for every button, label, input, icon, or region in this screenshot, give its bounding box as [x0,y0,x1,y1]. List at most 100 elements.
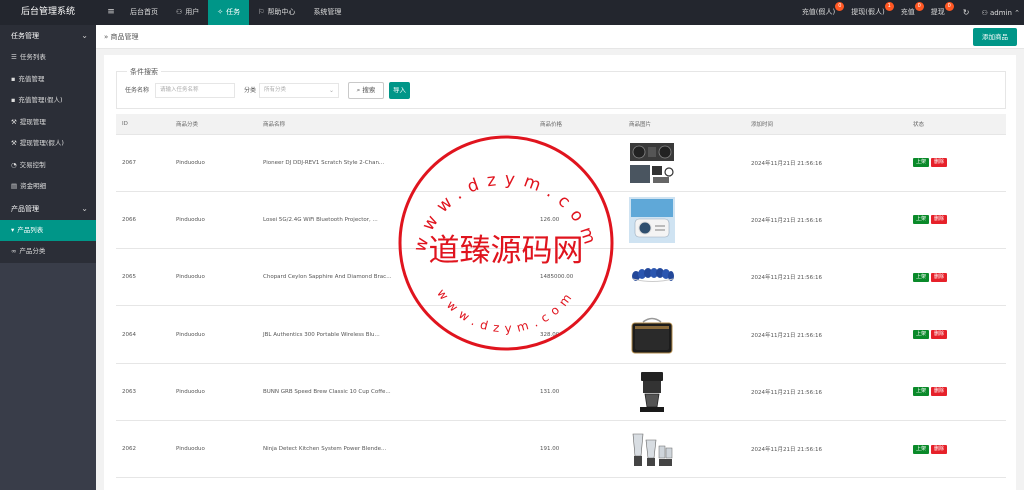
nav-home-label: 后台首页 [130,8,158,16]
cell-name: Losei 5G/2.4G WiFi Bluetooth Projector, … [257,191,534,250]
sidebar-item-label: 产品列表 [17,225,44,234]
category-select[interactable]: 所有分类 ⌄ [259,83,339,98]
cell-status: 上架 删除 [907,191,1006,250]
delete-button[interactable]: 删除 [931,330,948,340]
nav-task[interactable]: ✧ 任务 [208,0,250,25]
menu-toggle-icon[interactable]: ≡ [104,0,118,25]
recharge-link[interactable]: 充值 0 [901,0,924,25]
sidebar-group-label: 产品管理 [11,204,39,213]
delete-button[interactable]: 删除 [931,387,948,397]
col-category: 商品分类 [170,114,257,135]
nav-user[interactable]: ⚇ 用户 [167,0,208,25]
delete-button[interactable]: 删除 [931,272,948,282]
product-thumbnail-coffee-maker[interactable] [629,368,675,415]
delete-button[interactable]: 删除 [931,158,948,168]
cart-icon: ▾ [11,225,15,234]
cell-time: 2024年11月21日 21:56:16 [745,134,907,192]
shelve-button[interactable]: 上架 [913,158,930,168]
product-thumbnail-blender[interactable] [629,426,675,473]
cell-category: Pinduoduo [170,134,257,192]
chat-icon: ▪ [11,96,16,104]
table-row: 2064 Pinduoduo JBL Authentics 300 Portab… [116,305,1006,364]
cell-time: 2024年11月21日 21:56:16 [745,420,907,479]
refresh-icon[interactable]: ↻ [963,8,970,17]
cell-image [623,420,745,479]
search-legend: 条件搜索 [127,67,161,77]
cell-status: 上架 删除 [907,305,1006,364]
cell-id: 2064 [116,305,170,364]
task-name-input[interactable]: 请输入任务名称 [155,83,235,98]
product-thumbnail-dj-controller[interactable] [629,139,675,186]
sidebar-item-recharge[interactable]: ▪ 充值管理 [0,68,96,90]
sidebar-item-task-list[interactable]: ☰ 任务列表 [0,47,96,69]
cell-id: 2062 [116,420,170,479]
user-icon: ⚇ [981,8,990,17]
sidebar-item-product-category[interactable]: ∞ 产品分类 [0,241,96,263]
table-icon: ▤ [11,182,18,190]
app-title: 后台管理系统 [20,7,75,17]
nav-system[interactable]: 系统管理 [304,0,350,25]
product-thumbnail-projector[interactable] [629,196,675,243]
cell-price: 328.00 [534,305,623,364]
cell-status: 上架 删除 [907,248,1006,307]
col-status: 状态 [907,114,1006,135]
col-image: 商品图片 [623,114,745,135]
cell-time: 2024年11月21日 21:56:16 [745,305,907,364]
breadcrumb: » 商品管理 [104,25,139,49]
shelve-button[interactable]: 上架 [913,444,930,454]
breadcrumb-label: 商品管理 [110,33,139,41]
category-select-value: 所有分类 [264,87,287,93]
add-product-button[interactable]: 添加商品 [973,28,1017,46]
sidebar-group-task[interactable]: 任务管理 ⌄ [0,25,96,47]
flag-icon: ⚐ [258,8,265,16]
user-menu[interactable]: ⚇ admin ⌃ [981,9,1020,17]
sidebar-item-withdraw[interactable]: ⚒ 提现管理 [0,111,96,133]
cell-price: 191.00 [534,420,623,479]
cell-category: Pinduoduo [170,191,257,250]
list-icon: ☰ [11,53,17,61]
count-badge: 0 [835,2,845,11]
cell-image [623,363,745,421]
cell-name: Chopard Ceylon Sapphire And Diamond Brac… [257,248,534,307]
sidebar-item-product-list[interactable]: ▾ 产品列表 [0,219,96,241]
table-row: 2063 Pinduoduo BUNN GRB Speed Brew Class… [116,363,1006,421]
count-badge: 0 [944,2,954,11]
chevron-up-icon: ⌄ [81,203,88,213]
sidebar-item-recharge-fake[interactable]: ▪ 充值管理(假人) [0,90,96,112]
sidebar-item-withdraw-fake[interactable]: ⚒ 提现管理(假人) [0,133,96,155]
shelve-button[interactable]: 上架 [913,330,930,340]
cell-id: 2063 [116,363,170,421]
nav-user-label: 用户 [185,8,200,16]
withdraw-link[interactable]: 提现 0 [931,0,954,25]
sidebar-item-label: 提现管理 [19,117,46,126]
link-icon: ∞ [11,247,17,255]
product-thumbnail-speaker[interactable] [629,311,675,358]
recharge-fake-link[interactable]: 充值(假人) 0 [802,0,845,25]
shelve-button[interactable]: 上架 [913,272,930,282]
product-thumbnail-bracelet[interactable] [629,254,675,301]
breadcrumb-bar: » 商品管理 添加商品 [96,25,1024,49]
delete-button[interactable]: 删除 [931,444,948,454]
category-label: 分类 [244,87,257,94]
nav-home[interactable]: 后台首页 [121,0,167,25]
cell-category: Pinduoduo [170,305,257,364]
cell-image [623,191,745,250]
cell-image [623,305,745,364]
withdraw-fake-link[interactable]: 提现(假人) 1 [851,0,894,25]
hammer-icon: ⚒ [11,117,17,126]
sidebar-group-product[interactable]: 产品管理 ⌄ [0,197,96,220]
count-badge: 1 [884,2,894,11]
search-button[interactable]: ⌕ 搜索 [348,82,384,99]
sidebar-item-funds[interactable]: ▤ 资金明细 [0,176,96,198]
import-button[interactable]: 导入 [389,82,410,99]
cell-image [623,134,745,192]
delete-button[interactable]: 删除 [931,215,948,225]
table-row: 2062 Pinduoduo Ninja Detect Kitchen Syst… [116,420,1006,479]
cell-category: Pinduoduo [170,363,257,421]
shelve-button[interactable]: 上架 [913,215,930,225]
nav-help[interactable]: ⚐ 帮助中心 [249,0,304,25]
top-bar: 后台管理系统 ≡ 后台首页 ⚇ 用户 ✧ 任务 ⚐ 帮助中心 系统管理 充值(假人) 0… [0,0,1024,25]
shelve-button[interactable]: 上架 [913,387,930,397]
sidebar-item-trade-control[interactable]: ◔ 交易控制 [0,154,96,176]
chevron-up-icon: ⌃ [1011,8,1020,17]
